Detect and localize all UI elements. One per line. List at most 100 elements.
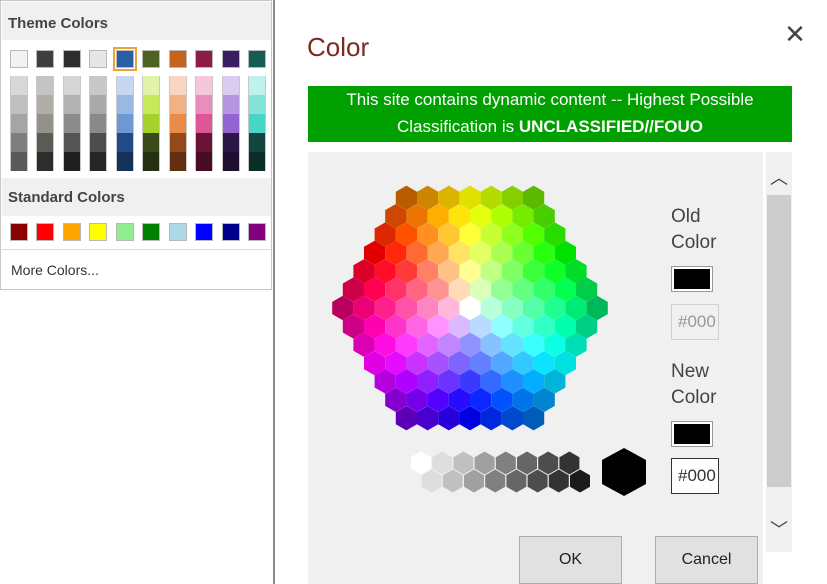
gray-hex-cell[interactable] bbox=[527, 469, 548, 493]
theme-color-swatch[interactable] bbox=[89, 50, 107, 68]
standard-color-swatch[interactable] bbox=[169, 223, 187, 241]
close-icon[interactable]: ✕ bbox=[781, 20, 809, 48]
standard-color-swatch[interactable] bbox=[195, 223, 213, 241]
theme-shade-swatch[interactable] bbox=[222, 76, 240, 95]
theme-shade-swatch[interactable] bbox=[10, 76, 28, 95]
theme-shade-column bbox=[169, 76, 187, 171]
theme-shade-swatch[interactable] bbox=[169, 114, 187, 133]
theme-shade-swatch[interactable] bbox=[222, 114, 240, 133]
standard-color-swatch[interactable] bbox=[248, 223, 266, 241]
theme-shade-swatch[interactable] bbox=[116, 76, 134, 95]
theme-shade-swatch[interactable] bbox=[195, 114, 213, 133]
gray-hex-cell[interactable] bbox=[442, 469, 463, 493]
theme-shade-swatch[interactable] bbox=[142, 152, 160, 171]
theme-shade-swatch[interactable] bbox=[222, 152, 240, 171]
theme-color-swatch[interactable] bbox=[113, 47, 137, 71]
theme-shade-swatch[interactable] bbox=[89, 133, 107, 152]
theme-color-swatch[interactable] bbox=[63, 50, 81, 68]
theme-shade-swatch[interactable] bbox=[63, 95, 81, 114]
theme-shade-swatch[interactable] bbox=[169, 133, 187, 152]
gray-hex-cell[interactable] bbox=[474, 451, 495, 475]
theme-shade-swatch[interactable] bbox=[142, 76, 160, 95]
theme-shade-swatch[interactable] bbox=[142, 114, 160, 133]
theme-color-swatch[interactable] bbox=[222, 50, 240, 68]
chevron-down-icon[interactable]: ﹀ bbox=[766, 516, 792, 540]
theme-shade-swatch[interactable] bbox=[248, 133, 266, 152]
standard-color-swatch[interactable] bbox=[142, 223, 160, 241]
theme-shade-swatch[interactable] bbox=[36, 114, 54, 133]
theme-shade-swatch[interactable] bbox=[248, 95, 266, 114]
theme-shade-swatch[interactable] bbox=[89, 76, 107, 95]
theme-shade-swatch[interactable] bbox=[248, 76, 266, 95]
standard-color-swatch[interactable] bbox=[63, 223, 81, 241]
theme-shade-swatch[interactable] bbox=[10, 152, 28, 171]
theme-shade-swatch[interactable] bbox=[36, 95, 54, 114]
standard-color-swatch[interactable] bbox=[10, 223, 28, 241]
gray-hex-cell[interactable] bbox=[538, 451, 559, 475]
gray-hex-cell[interactable] bbox=[517, 451, 537, 475]
gray-hex-cell[interactable] bbox=[506, 469, 527, 493]
theme-shade-swatch[interactable] bbox=[169, 76, 187, 95]
color-picker-content: Old Color #000 New Color #000 bbox=[308, 152, 763, 584]
theme-shade-swatch[interactable] bbox=[89, 95, 107, 114]
gray-hex-cell[interactable] bbox=[432, 451, 453, 475]
gray-hex-cell[interactable] bbox=[411, 451, 431, 475]
theme-shade-swatch[interactable] bbox=[116, 114, 134, 133]
vertical-scrollbar[interactable]: ︿ ﹀ bbox=[766, 152, 792, 552]
theme-shade-swatch[interactable] bbox=[116, 95, 134, 114]
gray-hex-cell[interactable] bbox=[495, 451, 516, 475]
ok-button[interactable]: OK bbox=[519, 536, 622, 584]
gray-hex-cell[interactable] bbox=[421, 469, 442, 493]
theme-shade-swatch[interactable] bbox=[63, 152, 81, 171]
theme-color-swatch[interactable] bbox=[195, 50, 213, 68]
gray-hex-cell[interactable] bbox=[570, 469, 590, 493]
theme-shade-swatch[interactable] bbox=[116, 152, 134, 171]
gray-hex-cell[interactable] bbox=[548, 469, 569, 493]
theme-shade-swatch[interactable] bbox=[222, 95, 240, 114]
standard-color-swatch[interactable] bbox=[222, 223, 240, 241]
theme-shade-swatch[interactable] bbox=[36, 152, 54, 171]
theme-shade-swatch[interactable] bbox=[142, 95, 160, 114]
theme-shade-swatch[interactable] bbox=[195, 95, 213, 114]
theme-shade-swatch[interactable] bbox=[10, 114, 28, 133]
theme-shade-swatch[interactable] bbox=[169, 152, 187, 171]
theme-shade-swatch[interactable] bbox=[116, 133, 134, 152]
theme-shade-swatch[interactable] bbox=[89, 152, 107, 171]
chevron-up-icon[interactable]: ︿ bbox=[766, 164, 792, 188]
theme-shade-swatch[interactable] bbox=[36, 76, 54, 95]
gray-hex-cell[interactable] bbox=[464, 469, 484, 493]
standard-color-swatch[interactable] bbox=[116, 223, 134, 241]
theme-shade-swatch[interactable] bbox=[63, 76, 81, 95]
theme-shade-swatch[interactable] bbox=[89, 114, 107, 133]
scrollbar-thumb[interactable] bbox=[767, 195, 791, 487]
gray-hex-cell[interactable] bbox=[485, 469, 506, 493]
theme-color-swatch[interactable] bbox=[142, 50, 160, 68]
theme-color-swatch[interactable] bbox=[248, 50, 266, 68]
theme-shade-swatch[interactable] bbox=[36, 133, 54, 152]
theme-color-swatch[interactable] bbox=[10, 50, 28, 68]
theme-shade-swatch[interactable] bbox=[248, 114, 266, 133]
theme-shade-swatch[interactable] bbox=[169, 95, 187, 114]
gray-hex-cell[interactable] bbox=[453, 451, 474, 475]
theme-shade-swatch[interactable] bbox=[10, 133, 28, 152]
theme-shade-swatch[interactable] bbox=[195, 76, 213, 95]
theme-shade-swatch[interactable] bbox=[195, 152, 213, 171]
theme-shade-swatch[interactable] bbox=[10, 95, 28, 114]
theme-shade-swatch[interactable] bbox=[195, 133, 213, 152]
theme-color-swatch[interactable] bbox=[36, 50, 54, 68]
black-hex-swatch[interactable] bbox=[602, 448, 646, 496]
color-dialog: Color ✕ This site contains dynamic conte… bbox=[273, 0, 827, 584]
theme-color-swatch[interactable] bbox=[169, 50, 187, 68]
cancel-button[interactable]: Cancel bbox=[655, 536, 758, 584]
theme-shade-swatch[interactable] bbox=[63, 133, 81, 152]
new-color-hex-input[interactable]: #000 bbox=[671, 458, 719, 494]
theme-shade-swatch[interactable] bbox=[63, 114, 81, 133]
theme-shade-swatch[interactable] bbox=[142, 133, 160, 152]
standard-color-swatch[interactable] bbox=[36, 223, 54, 241]
theme-shade-swatch[interactable] bbox=[248, 152, 266, 171]
theme-shade-column bbox=[36, 76, 54, 171]
more-colors-link[interactable]: More Colors... bbox=[11, 262, 99, 278]
standard-color-swatch[interactable] bbox=[89, 223, 107, 241]
theme-shade-swatch[interactable] bbox=[222, 133, 240, 152]
gray-hex-cell[interactable] bbox=[559, 451, 580, 475]
